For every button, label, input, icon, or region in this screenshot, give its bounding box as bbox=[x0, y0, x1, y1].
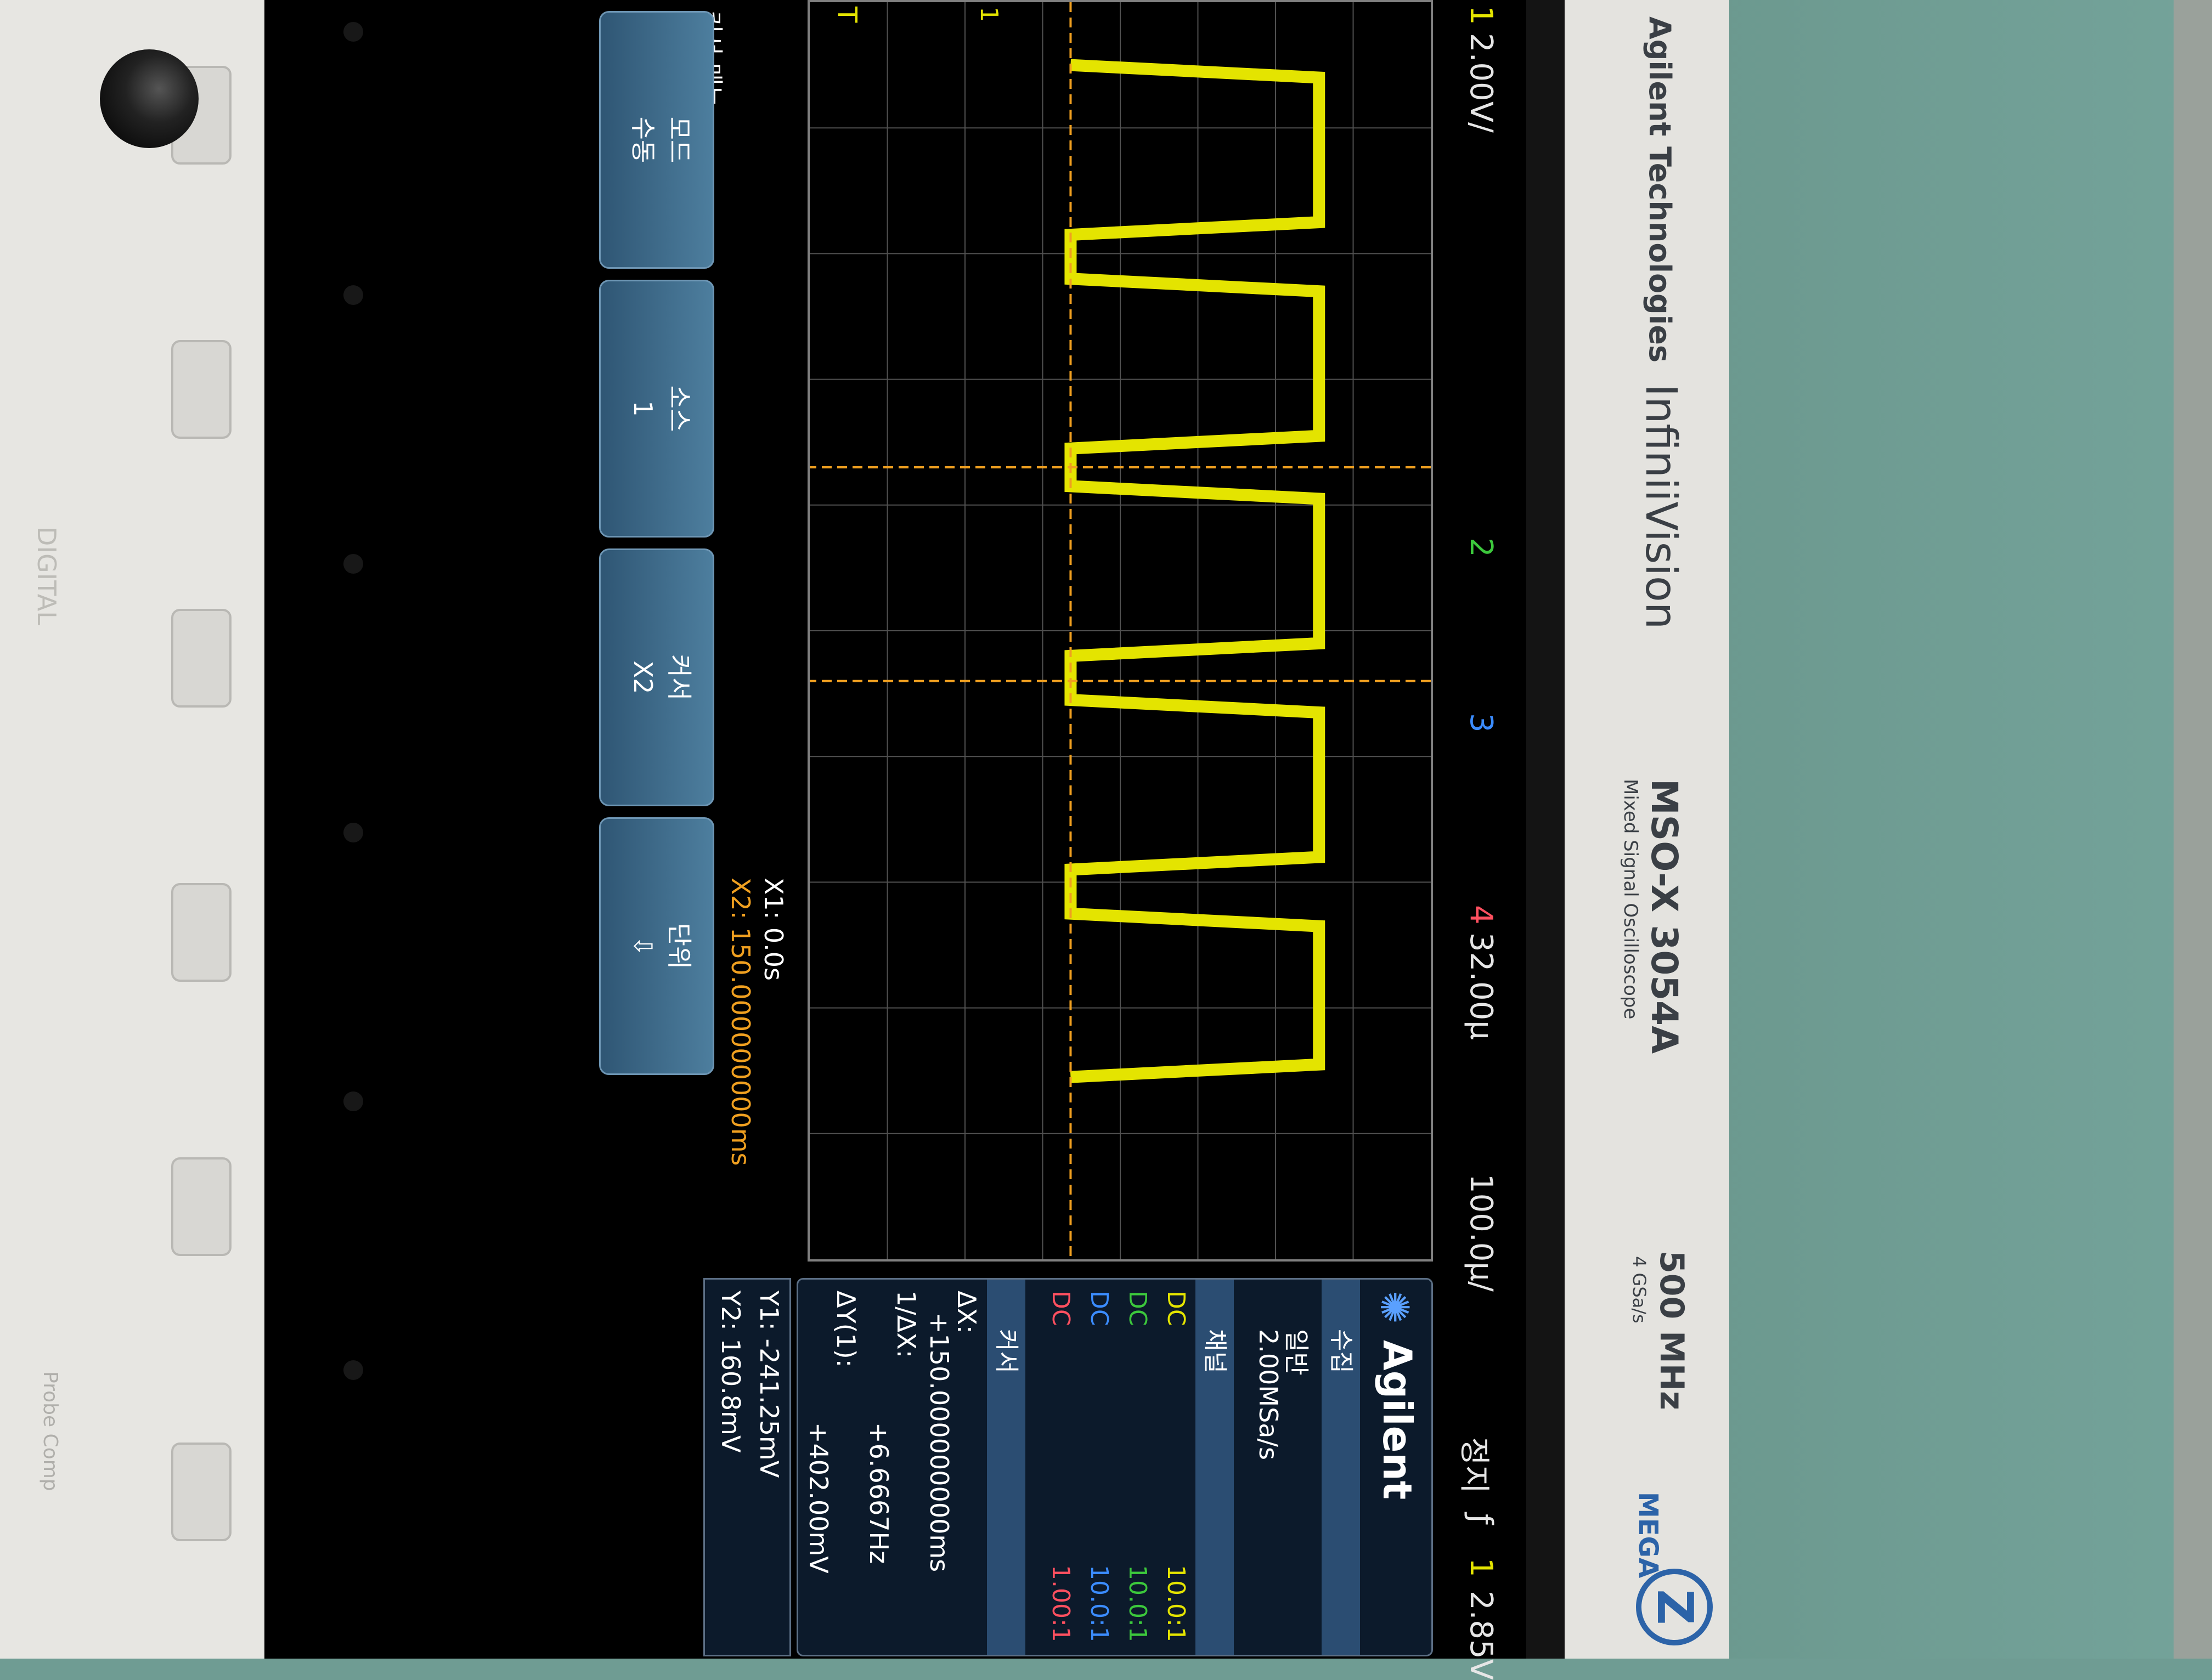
y2-readout: Y2: 160.8mV bbox=[716, 1291, 746, 1453]
info-panel: ✺ Agilent 수집 일반 2.00MSa/s 채널 커서 ΔX: +150… bbox=[797, 1278, 1433, 1656]
units-label: 단위 bbox=[664, 923, 694, 970]
model-number: MSO-X 3054A bbox=[1643, 779, 1685, 1054]
softkey-bar: 모드 수동 소스 1 커서 X2 단위 ⇩ bbox=[577, 0, 714, 1659]
source-label: 소스 bbox=[664, 385, 694, 432]
ground-marker: 1 bbox=[975, 7, 1003, 22]
softkey-led-2 bbox=[343, 285, 363, 305]
acquisition-header[interactable]: 수집 bbox=[1322, 1280, 1360, 1655]
acquisition-mode: 일반 bbox=[1282, 1329, 1311, 1376]
volts-per-div[interactable]: 2.00V/ bbox=[1463, 33, 1499, 133]
mode-label: 모드 bbox=[664, 116, 694, 163]
channel-coupling: DC bbox=[1085, 1291, 1113, 1326]
mode-value: 수동 bbox=[628, 116, 658, 163]
time-position[interactable]: 32.00µ bbox=[1463, 932, 1499, 1040]
entry-knob[interactable] bbox=[100, 49, 199, 148]
softkey-led-4 bbox=[343, 823, 363, 842]
mode-softkey[interactable]: 모드 수동 bbox=[599, 11, 714, 269]
run-state[interactable]: 정지 bbox=[1454, 1437, 1499, 1494]
x1-readout: X1: 0.0s bbox=[759, 878, 788, 981]
acquisition-rate: 2.00MSa/s bbox=[1254, 1329, 1283, 1460]
softkey-led-5 bbox=[343, 1091, 363, 1111]
channel-coupling: DC bbox=[1047, 1291, 1075, 1326]
hw-softkey-6[interactable] bbox=[171, 1443, 232, 1541]
agilent-logo: Agilent bbox=[1374, 1340, 1420, 1500]
softkey-led-6 bbox=[343, 1360, 363, 1380]
channel-probe-ratio: 10.0:1 bbox=[1085, 1565, 1113, 1642]
digital-label: DIGITAL bbox=[32, 527, 61, 625]
hw-softkey-3[interactable] bbox=[171, 609, 232, 708]
units-softkey[interactable]: 단위 ⇩ bbox=[599, 817, 714, 1075]
x2-readout: X2: 150.000000000ms bbox=[726, 878, 755, 1166]
ch1-trace bbox=[1064, 59, 1325, 1083]
channel-coupling: DC bbox=[1124, 1291, 1152, 1326]
hw-softkey-2[interactable] bbox=[171, 340, 232, 439]
y1-readout: Y1: -241.25mV bbox=[754, 1291, 784, 1478]
trigger-edge-icon: ƒ bbox=[1463, 1514, 1499, 1525]
source-softkey[interactable]: 소스 1 bbox=[599, 280, 714, 538]
y-cursor-readout: Y1: -241.25mV Y2: 160.8mV bbox=[703, 1278, 791, 1656]
scope-photo-rotated: Agilent Technologies InfiniiVision MSO-X… bbox=[0, 0, 2212, 1680]
channel-probe-ratio: 10.0:1 bbox=[1124, 1565, 1152, 1642]
hw-softkey-4[interactable] bbox=[171, 883, 232, 982]
waveform-graticule[interactable]: T 1 bbox=[808, 0, 1433, 1262]
ch1-indicator[interactable]: 1 bbox=[1463, 5, 1499, 25]
inv-delta-x-value: +6.6667Hz bbox=[864, 1422, 894, 1564]
hw-softkey-5[interactable] bbox=[171, 1157, 232, 1256]
x-cursor-readout: X1: 0.0s X2: 150.000000000ms bbox=[717, 0, 788, 1272]
mega-logo: MEGA bbox=[1633, 1492, 1663, 1579]
cursor-value: X2 bbox=[628, 660, 658, 694]
cursor-label: 커서 bbox=[664, 654, 694, 701]
delta-y-value: +402.00mV bbox=[804, 1422, 833, 1574]
ch1-waveform bbox=[1064, 59, 1325, 1083]
ch3-indicator[interactable]: 3 bbox=[1463, 713, 1499, 733]
sample-rate-spec: 4 GSa/s bbox=[1629, 1256, 1650, 1323]
trigger-channel[interactable]: 1 bbox=[1463, 1558, 1499, 1577]
trigger-marker: T bbox=[832, 6, 862, 23]
scope-display: 1 2.00V/ 2 3 4 32.00µ 100.0µ/ 정지 ƒ 1 2.8… bbox=[264, 0, 1526, 1680]
bandwidth-label: 500 MHz bbox=[1652, 1251, 1691, 1410]
channel-probe-ratio: 10.0:1 bbox=[1162, 1565, 1190, 1642]
waveform-plot: T 1 bbox=[810, 2, 1431, 1259]
brand-agilent: Agilent Technologies bbox=[1643, 16, 1677, 363]
wall-trim bbox=[2174, 0, 2212, 1659]
brand-infiniivision: InfiniiVision bbox=[1636, 384, 1685, 630]
probe-comp-label: Probe Comp bbox=[39, 1371, 61, 1491]
model-subtitle: Mixed Signal Oscilloscope bbox=[1620, 779, 1641, 1020]
delta-x-value: +150.000000000ms bbox=[924, 1313, 954, 1572]
delta-y-label: ΔY(1): bbox=[831, 1291, 861, 1368]
ch4-indicator[interactable]: 4 bbox=[1463, 905, 1499, 925]
softkey-led-1 bbox=[343, 22, 363, 42]
ch2-indicator[interactable]: 2 bbox=[1463, 538, 1499, 557]
units-arrow-icon: ⇩ bbox=[628, 935, 658, 957]
agilent-star-icon: ✺ bbox=[1372, 1291, 1418, 1324]
inv-delta-x-label: 1/ΔX: bbox=[891, 1291, 921, 1359]
source-value: 1 bbox=[628, 400, 658, 417]
softkey-led-3 bbox=[343, 554, 363, 574]
time-per-div[interactable]: 100.0µ/ bbox=[1463, 1174, 1499, 1292]
trigger-level[interactable]: 2.85V bbox=[1463, 1591, 1499, 1680]
status-bar: 1 2.00V/ 2 3 4 32.00µ 100.0µ/ 정지 ƒ 1 2.8… bbox=[1438, 0, 1526, 1680]
wall-background bbox=[1718, 0, 2212, 1659]
cursor-header[interactable]: 커서 bbox=[987, 1280, 1025, 1655]
channel-probe-ratio: 1.00:1 bbox=[1047, 1565, 1075, 1642]
channel-coupling: DC bbox=[1162, 1291, 1190, 1326]
delta-x-label: ΔX: bbox=[952, 1291, 981, 1334]
cursor-softkey[interactable]: 커서 X2 bbox=[599, 548, 714, 806]
mega-zoom-icon: Z bbox=[1636, 1569, 1713, 1645]
channel-header[interactable]: 채널 bbox=[1195, 1280, 1234, 1655]
